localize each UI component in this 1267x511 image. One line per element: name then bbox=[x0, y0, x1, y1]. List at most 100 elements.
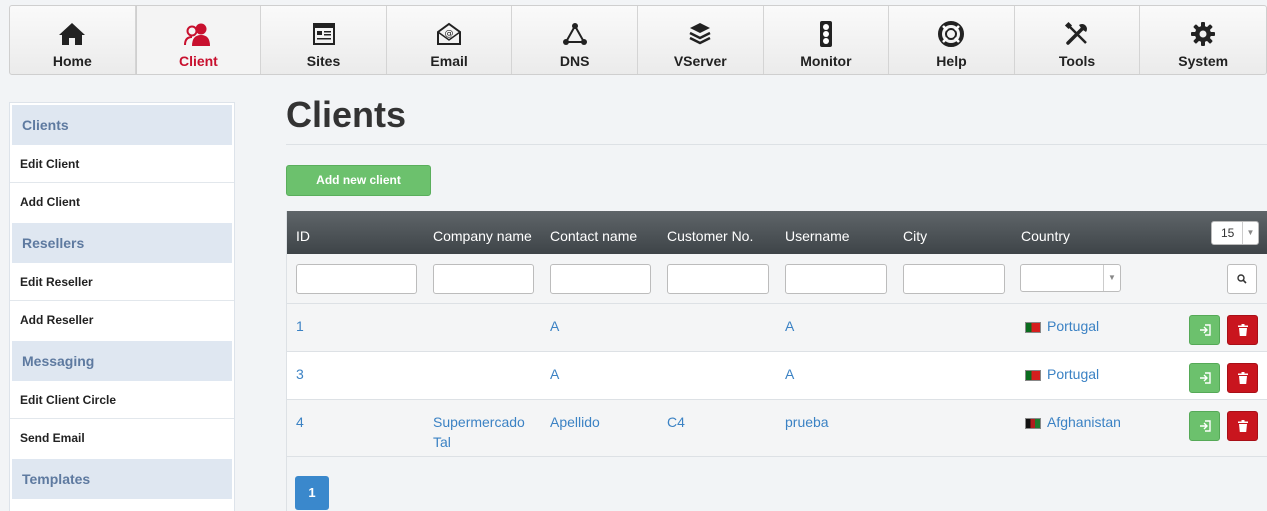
column-header-username[interactable]: Username bbox=[785, 211, 850, 254]
cell-id[interactable]: 1 bbox=[296, 316, 304, 336]
login-icon bbox=[1199, 372, 1211, 384]
login-as-client-button[interactable] bbox=[1189, 315, 1220, 345]
cell-country[interactable]: Afghanistan bbox=[1025, 412, 1121, 432]
sidebar-heading-resellers: Resellers bbox=[12, 223, 232, 263]
cell-username[interactable]: A bbox=[785, 316, 794, 336]
nav-label: Home bbox=[52, 53, 92, 69]
top-navigation: Home Client Sites @ Email DNS VServer Mo… bbox=[9, 5, 1267, 75]
login-as-client-button[interactable] bbox=[1189, 411, 1220, 441]
country-name: Portugal bbox=[1047, 366, 1100, 382]
delete-client-button[interactable] bbox=[1227, 363, 1258, 393]
column-header-customer-no[interactable]: Customer No. bbox=[667, 211, 753, 254]
filter-username-input[interactable] bbox=[785, 264, 887, 294]
country-name: Afghanistan bbox=[1047, 414, 1121, 430]
nav-sites[interactable]: Sites bbox=[261, 6, 387, 74]
sidebar-item-send-email[interactable]: Send Email bbox=[10, 419, 234, 457]
trash-icon bbox=[1237, 372, 1248, 384]
cell-company[interactable]: Supermercado Tal bbox=[433, 412, 538, 452]
filter-customer-no-input[interactable] bbox=[667, 264, 769, 294]
delete-client-button[interactable] bbox=[1227, 315, 1258, 345]
title-divider bbox=[286, 144, 1267, 145]
rows-per-page-select[interactable]: 15 ▼ bbox=[1211, 221, 1259, 245]
sidebar-item-add-client[interactable]: Add Client bbox=[10, 183, 234, 221]
nav-label: System bbox=[1178, 53, 1229, 69]
home-icon bbox=[58, 20, 86, 48]
help-icon bbox=[937, 20, 965, 48]
cell-country[interactable]: Portugal bbox=[1025, 364, 1099, 384]
column-header-country[interactable]: Country bbox=[1021, 211, 1070, 254]
chevron-down-icon: ▼ bbox=[1242, 222, 1258, 244]
filter-search-button[interactable] bbox=[1227, 264, 1257, 294]
table-row: 4 Supermercado Tal Apellido C4 prueba Af… bbox=[287, 400, 1267, 457]
filter-id-input[interactable] bbox=[296, 264, 417, 294]
nav-home[interactable]: Home bbox=[10, 6, 136, 74]
nav-email[interactable]: @ Email bbox=[387, 6, 513, 74]
portugal-flag-icon bbox=[1025, 321, 1041, 333]
nav-tools[interactable]: Tools bbox=[1015, 6, 1141, 74]
add-new-client-button[interactable]: Add new client bbox=[286, 165, 431, 196]
cell-country[interactable]: Portugal bbox=[1025, 316, 1099, 336]
column-header-city[interactable]: City bbox=[903, 211, 927, 254]
nav-label: VServer bbox=[673, 53, 727, 69]
client-icon bbox=[184, 20, 212, 48]
sidebar-item-add-reseller[interactable]: Add Reseller bbox=[10, 301, 234, 339]
trash-icon bbox=[1237, 420, 1248, 432]
nav-label: DNS bbox=[559, 53, 590, 69]
rows-per-page-value: 15 bbox=[1221, 226, 1235, 240]
monitor-icon bbox=[812, 20, 840, 48]
login-as-client-button[interactable] bbox=[1189, 363, 1220, 393]
search-icon bbox=[1237, 274, 1247, 284]
nav-client[interactable]: Client bbox=[135, 6, 262, 74]
table-row: 1 A A Portugal bbox=[287, 304, 1267, 352]
filter-company-input[interactable] bbox=[433, 264, 534, 294]
clients-table: ID Company name Contact name Customer No… bbox=[286, 211, 1267, 511]
page-title: Clients bbox=[286, 94, 407, 135]
sidebar-heading-messaging: Messaging bbox=[12, 341, 232, 381]
svg-text:@: @ bbox=[445, 29, 454, 39]
nav-system[interactable]: System bbox=[1140, 6, 1266, 74]
login-icon bbox=[1199, 420, 1211, 432]
sidebar-item-edit-client-circle[interactable]: Edit Client Circle bbox=[10, 381, 234, 419]
dns-icon bbox=[561, 20, 589, 48]
email-icon: @ bbox=[435, 20, 463, 48]
filter-row: ▼ bbox=[287, 254, 1267, 304]
sidebar-heading-templates: Templates bbox=[12, 459, 232, 499]
nav-label: Sites bbox=[306, 53, 341, 69]
afghanistan-flag-icon bbox=[1025, 417, 1041, 429]
filter-country-select[interactable]: ▼ bbox=[1020, 264, 1121, 292]
nav-label: Client bbox=[178, 53, 218, 69]
sidebar-item-edit-reseller[interactable]: Edit Reseller bbox=[10, 263, 234, 301]
cell-id[interactable]: 3 bbox=[296, 364, 304, 384]
nav-monitor[interactable]: Monitor bbox=[764, 6, 890, 74]
table-header: ID Company name Contact name Customer No… bbox=[287, 211, 1267, 254]
nav-label: Tools bbox=[1058, 53, 1096, 69]
cell-contact[interactable]: Apellido bbox=[550, 412, 600, 432]
cell-contact[interactable]: A bbox=[550, 364, 559, 384]
country-name: Portugal bbox=[1047, 318, 1100, 334]
pagination-page-button[interactable]: 1 bbox=[295, 476, 329, 510]
cell-id[interactable]: 4 bbox=[296, 412, 304, 432]
nav-label: Email bbox=[430, 53, 468, 69]
cell-username[interactable]: prueba bbox=[785, 412, 829, 432]
cell-contact[interactable]: A bbox=[550, 316, 559, 336]
table-row: 3 A A Portugal bbox=[287, 352, 1267, 400]
cell-customer-no[interactable]: C4 bbox=[667, 412, 685, 432]
filter-city-input[interactable] bbox=[903, 264, 1005, 294]
gear-icon bbox=[1189, 20, 1217, 48]
sidebar-item-edit-client[interactable]: Edit Client bbox=[10, 145, 234, 183]
nav-help[interactable]: Help bbox=[889, 6, 1015, 74]
cell-username[interactable]: A bbox=[785, 364, 794, 384]
filter-contact-input[interactable] bbox=[550, 264, 651, 294]
nav-dns[interactable]: DNS bbox=[512, 6, 638, 74]
nav-label: Help bbox=[936, 53, 967, 69]
column-header-id[interactable]: ID bbox=[296, 211, 310, 254]
column-header-contact[interactable]: Contact name bbox=[550, 211, 637, 254]
nav-label: Monitor bbox=[800, 53, 852, 69]
trash-icon bbox=[1237, 324, 1248, 336]
portugal-flag-icon bbox=[1025, 369, 1041, 381]
delete-client-button[interactable] bbox=[1227, 411, 1258, 441]
column-header-company[interactable]: Company name bbox=[433, 211, 532, 254]
nav-vserver[interactable]: VServer bbox=[638, 6, 764, 74]
sidebar-heading-clients: Clients bbox=[12, 105, 232, 145]
tools-icon bbox=[1063, 20, 1091, 48]
